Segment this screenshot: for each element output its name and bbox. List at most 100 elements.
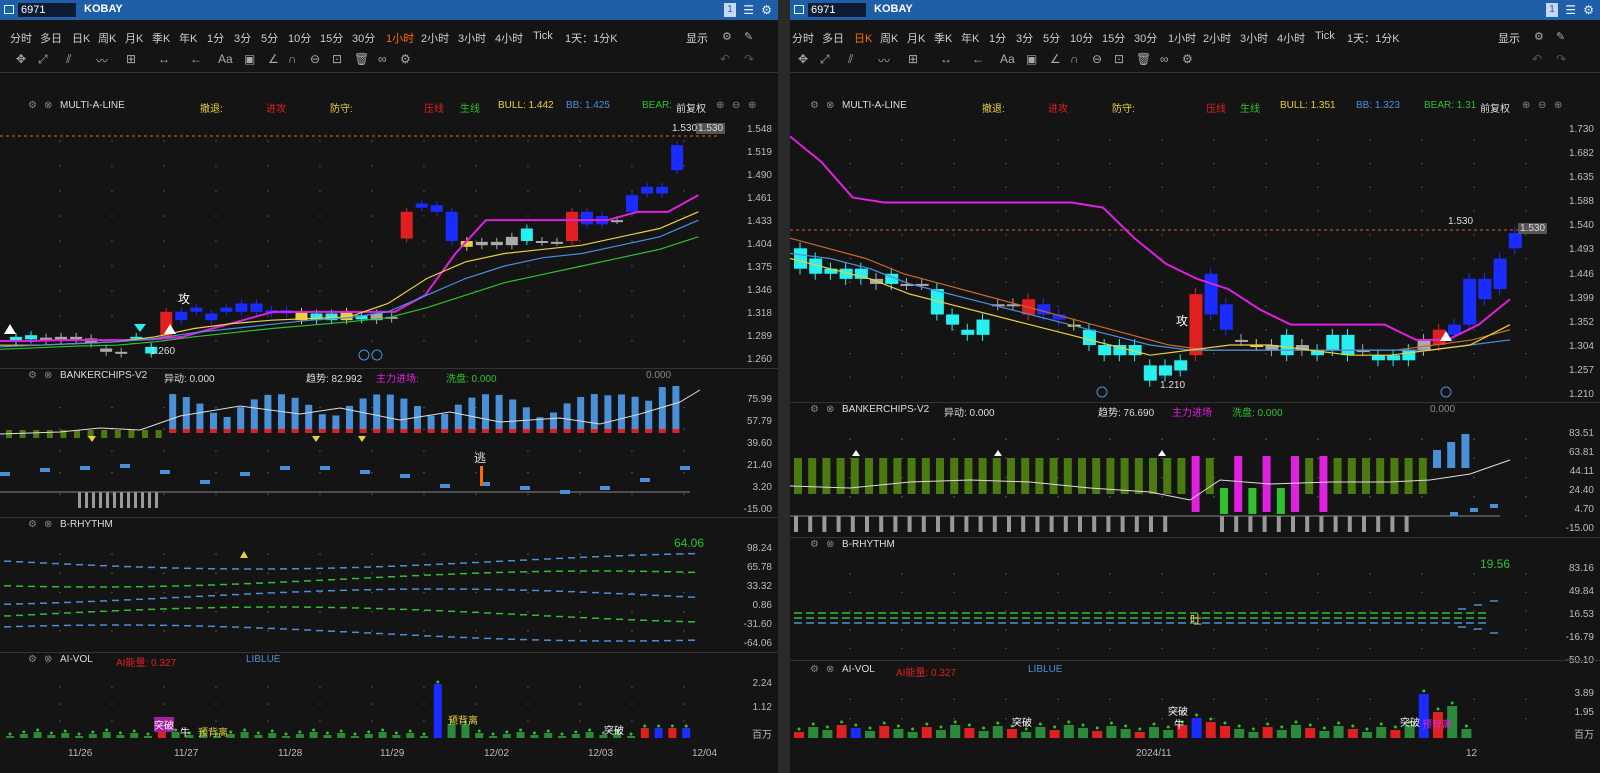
gear-icon[interactable]: ⚙	[1534, 30, 1544, 43]
period-tab[interactable]: 5分	[1043, 30, 1060, 46]
period-tab[interactable]: 年K	[961, 30, 979, 46]
lock-icon[interactable]: ⊡	[1114, 52, 1124, 66]
menu-icon[interactable]: ☰	[1565, 3, 1576, 17]
period-tab[interactable]: 3分	[234, 30, 251, 46]
bankerchips-chart[interactable]	[790, 420, 1530, 535]
period-tab[interactable]: 多日	[822, 30, 844, 46]
settings-tool-icon[interactable]: ⚙	[400, 52, 411, 66]
indicator-settings-icon[interactable]: ⚙	[810, 100, 819, 111]
grid-tool-icon[interactable]: ⊞	[908, 52, 918, 66]
period-tab[interactable]: 月K	[907, 30, 925, 46]
indicator-close-icon[interactable]: ⊗	[826, 539, 834, 550]
period-tab-active[interactable]: 日K	[854, 30, 872, 46]
move-icon[interactable]: ✥	[798, 52, 808, 66]
period-tab[interactable]: 周K	[98, 30, 116, 46]
pencil-icon[interactable]: ✎	[744, 30, 753, 43]
period-tab[interactable]: 5分	[261, 30, 278, 46]
period-tab[interactable]: 多日	[40, 30, 62, 46]
indicator-name[interactable]: AI-VOL	[60, 654, 93, 665]
period-tab[interactable]: 1分	[989, 30, 1006, 46]
layout-badge[interactable]: 1	[724, 3, 736, 17]
grid-tool-icon[interactable]: ⊞	[126, 52, 136, 66]
period-tab[interactable]: 30分	[1134, 30, 1157, 46]
redo-icon[interactable]: ↷	[1556, 52, 1566, 66]
period-tab[interactable]: 年K	[179, 30, 197, 46]
symbol-input[interactable]: 6971	[808, 3, 866, 17]
indicator-settings-icon[interactable]: ⚙	[28, 370, 37, 381]
period-tab[interactable]: 2小时	[421, 30, 449, 46]
range-tool-icon[interactable]: ↔	[940, 52, 952, 66]
image-tool-icon[interactable]: ▣	[244, 52, 255, 66]
period-tab[interactable]: 10分	[288, 30, 311, 46]
indicator-close-icon[interactable]: ⊗	[826, 100, 834, 111]
period-tab[interactable]: 分时	[10, 30, 32, 46]
period-tab-active[interactable]: 1小时	[386, 30, 414, 46]
line-tool-icon[interactable]: ⤢	[820, 52, 830, 67]
indicator-name[interactable]: MULTI-A-LINE	[60, 100, 125, 111]
period-tab[interactable]: 15分	[320, 30, 343, 46]
period-tab[interactable]: 3小时	[1240, 30, 1268, 46]
period-tab[interactable]: 1小时	[1168, 30, 1196, 46]
indicator-settings-icon[interactable]: ⚙	[28, 654, 37, 665]
line-tool-icon[interactable]: ⤢	[38, 52, 48, 67]
link-icon[interactable]: ∞	[1160, 52, 1169, 66]
text-tool-icon[interactable]: Aa	[1000, 52, 1015, 66]
indicator-name[interactable]: BANKERCHIPS-V2	[842, 404, 929, 415]
period-tab[interactable]: 2小时	[1203, 30, 1231, 46]
undo-icon[interactable]: ↶	[720, 52, 730, 66]
adjust-label[interactable]: 前复权	[1480, 100, 1510, 115]
indicator-close-icon[interactable]: ⊗	[826, 664, 834, 675]
period-tab[interactable]: 季K	[152, 30, 170, 46]
move-icon[interactable]: ✥	[16, 52, 26, 66]
up-icon[interactable]: ⊕	[716, 100, 724, 111]
wave-tool-icon[interactable]: 〰	[878, 52, 890, 69]
indicator-settings-icon[interactable]: ⚙	[28, 100, 37, 111]
indicator-name[interactable]: BANKERCHIPS-V2	[60, 370, 147, 381]
display-button[interactable]: 显示	[686, 30, 708, 46]
indicator-close-icon[interactable]: ⊗	[44, 654, 52, 665]
period-tab[interactable]: 1分	[207, 30, 224, 46]
arrow-tool-icon[interactable]: ←	[190, 52, 202, 66]
period-dropdown[interactable]: 1天：1分K	[1347, 30, 1400, 46]
text-tool-icon[interactable]: Aa	[218, 52, 233, 66]
period-tab[interactable]: 3小时	[458, 30, 486, 46]
period-tab[interactable]: 4小时	[495, 30, 523, 46]
plus-icon[interactable]: ⊕	[748, 100, 756, 111]
ruler-tool-icon[interactable]: ∠	[268, 52, 279, 66]
period-tab[interactable]: Tick	[533, 30, 553, 42]
indicator-name[interactable]: B-RHYTHM	[60, 519, 113, 530]
link-icon[interactable]: ∞	[378, 52, 387, 66]
candlestick-chart[interactable]	[790, 116, 1530, 401]
image-tool-icon[interactable]: ▣	[1026, 52, 1037, 66]
period-tab[interactable]: 季K	[934, 30, 952, 46]
period-tab[interactable]: Tick	[1315, 30, 1335, 42]
indicator-close-icon[interactable]: ⊗	[44, 519, 52, 530]
period-tab[interactable]: 月K	[125, 30, 143, 46]
plus-icon[interactable]: ⊕	[1554, 100, 1562, 111]
settings-icon[interactable]: ⚙	[1583, 3, 1594, 17]
period-tab[interactable]: 周K	[880, 30, 898, 46]
eye-icon[interactable]: ⊖	[310, 52, 320, 66]
ruler-tool-icon[interactable]: ∠	[1050, 52, 1061, 66]
up-icon[interactable]: ⊕	[1522, 100, 1530, 111]
pencil-icon[interactable]: ✎	[1556, 30, 1565, 43]
wave-tool-icon[interactable]: 〰	[96, 52, 108, 69]
redo-icon[interactable]: ↷	[744, 52, 754, 66]
indicator-settings-icon[interactable]: ⚙	[810, 539, 819, 550]
layout-badge[interactable]: 1	[1546, 3, 1558, 17]
display-button[interactable]: 显示	[1498, 30, 1520, 46]
rhythm-chart[interactable]	[0, 535, 720, 650]
candlestick-chart[interactable]	[0, 116, 720, 366]
magnet-icon[interactable]: ∩	[1070, 52, 1079, 66]
indicator-settings-icon[interactable]: ⚙	[810, 404, 819, 415]
indicator-close-icon[interactable]: ⊗	[44, 370, 52, 381]
indicator-close-icon[interactable]: ⊗	[44, 100, 52, 111]
menu-icon[interactable]: ☰	[743, 3, 754, 17]
period-tab[interactable]: 4小时	[1277, 30, 1305, 46]
trash-icon[interactable]: 🗑	[1136, 52, 1151, 66]
period-tab[interactable]: 3分	[1016, 30, 1033, 46]
indicator-settings-icon[interactable]: ⚙	[28, 519, 37, 530]
channel-tool-icon[interactable]: ⫽	[66, 52, 71, 67]
period-tab[interactable]: 30分	[352, 30, 375, 46]
indicator-name[interactable]: AI-VOL	[842, 664, 875, 675]
